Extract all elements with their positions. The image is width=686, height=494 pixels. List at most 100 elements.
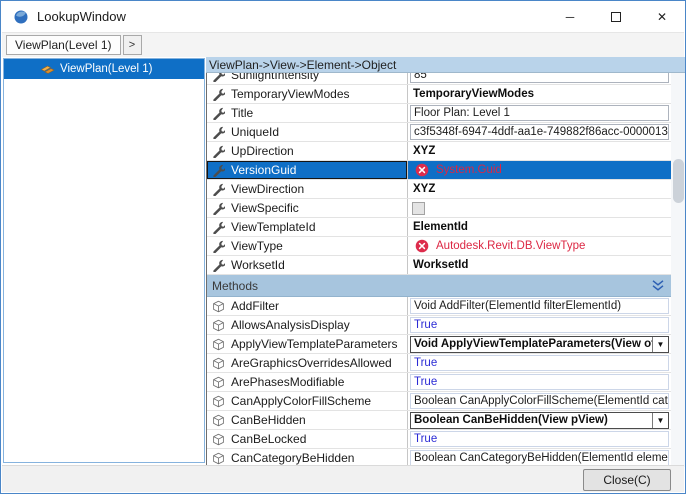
maximize-icon (611, 12, 621, 22)
tree-item-viewplan[interactable]: ViewPlan(Level 1) (4, 59, 204, 79)
footer-bar: Close(C) (2, 465, 684, 492)
value-combobox[interactable]: Boolean CanBeHidden(View pView)▼ (410, 412, 669, 429)
property-name: ArePhasesModifiable (231, 375, 344, 389)
property-name: CanApplyColorFillScheme (231, 394, 371, 408)
property-row-UpDirection[interactable]: UpDirection XYZ (207, 142, 671, 161)
section-header-methods[interactable]: Methods (207, 275, 671, 297)
property-name: CanBeLocked (231, 432, 306, 446)
property-grid: ViewPlan->View->Element->Object Sunlight… (206, 57, 686, 467)
property-row-UniqueId[interactable]: UniqueId c3f5348f-6947-4ddf-aa1e-749882f8… (207, 123, 671, 142)
value-label: Boolean CanApplyColorFillScheme(ElementI… (410, 393, 669, 409)
property-row-AddFilter[interactable]: AddFilter Void AddFilter(ElementId filter… (207, 297, 671, 316)
dropdown-arrow-icon[interactable]: ▼ (652, 413, 668, 428)
section-label: Methods (212, 279, 258, 293)
scrollbar-thumb[interactable] (673, 159, 684, 203)
cube-icon (212, 338, 225, 351)
wrench-icon (212, 164, 225, 177)
value-textbox[interactable]: Floor Plan: Level 1 (410, 105, 669, 121)
property-row-ViewTemplateId[interactable]: ViewTemplateIdElementId (207, 218, 671, 237)
property-row-AllowsAnalysisDisplay[interactable]: AllowsAnalysisDisplay True (207, 316, 671, 335)
property-row-ViewSpecific[interactable]: ViewSpecific (207, 199, 671, 218)
value-label[interactable]: XYZ (410, 183, 435, 195)
property-name: ViewType (231, 239, 283, 253)
property-name: UniqueId (231, 125, 279, 139)
property-name: ApplyViewTemplateParameters (231, 337, 398, 351)
plan-view-icon (40, 62, 55, 77)
breadcrumb: ViewPlan(Level 1) > (2, 32, 684, 57)
property-name: WorksetId (231, 258, 285, 272)
cube-icon (212, 357, 225, 370)
property-name: ViewSpecific (231, 201, 299, 215)
property-grid-rows: SunlightIntensity85TemporaryViewModesTem… (206, 73, 671, 467)
dropdown-arrow-icon[interactable]: ▼ (652, 337, 668, 352)
property-name: AreGraphicsOverridesAllowed (231, 356, 392, 370)
wrench-icon (212, 202, 225, 215)
property-row-TemporaryViewModes[interactable]: TemporaryViewModes TemporaryViewModes (207, 85, 671, 104)
vertical-scrollbar[interactable] (671, 73, 686, 467)
property-name: CanCategoryBeHidden (231, 451, 354, 465)
value-error: Autodesk.Revit.DB.ViewType (410, 239, 585, 253)
cube-icon (212, 395, 225, 408)
lookup-window: LookupWindow ─ ✕ ViewPlan(Level 1) > Vie… (0, 0, 686, 494)
property-row-SunlightIntensity[interactable]: SunlightIntensity85 (207, 73, 671, 85)
property-name: AddFilter (231, 299, 279, 313)
wrench-icon (212, 107, 225, 120)
property-name: TemporaryViewModes (231, 87, 350, 101)
wrench-icon (212, 145, 225, 158)
window-controls: ─ ✕ (547, 1, 685, 32)
cube-icon (212, 433, 225, 446)
wrench-icon (212, 73, 225, 82)
cube-icon (212, 376, 225, 389)
value-label[interactable]: XYZ (410, 145, 435, 157)
minimize-button[interactable]: ─ (547, 1, 593, 32)
property-name: UpDirection (231, 144, 294, 158)
cube-icon (212, 319, 225, 332)
property-row-AreGraphicsOverridesAllowed[interactable]: AreGraphicsOverridesAllowed True (207, 354, 671, 373)
value-textbox[interactable]: c3f5348f-6947-4ddf-aa1e-749882f86acc-000… (410, 124, 669, 140)
wrench-icon (212, 221, 225, 234)
property-row-ApplyViewTemplateParameters[interactable]: ApplyViewTemplateParameters Void ApplyVie… (207, 335, 671, 354)
value-checkbox[interactable] (412, 202, 425, 215)
value-label: True (410, 355, 669, 371)
wrench-icon (212, 259, 225, 272)
collapse-chevron-icon[interactable] (652, 280, 664, 291)
wrench-icon (212, 240, 225, 253)
error-icon (415, 163, 429, 177)
value-combobox[interactable]: Void ApplyViewTemplateParameters(View ot… (410, 336, 669, 353)
value-label[interactable]: WorksetId (410, 259, 468, 271)
property-name: AllowsAnalysisDisplay (231, 318, 350, 332)
property-row-CanBeHidden[interactable]: CanBeHidden Boolean CanBeHidden(View pVie… (207, 411, 671, 430)
breadcrumb-item-viewplan[interactable]: ViewPlan(Level 1) (6, 35, 121, 55)
wrench-icon (212, 183, 225, 196)
value-error: System.Guid (410, 163, 502, 177)
value-textbox[interactable]: 85 (410, 73, 669, 83)
grid-path-header: ViewPlan->View->Element->Object (206, 57, 686, 73)
close-window-button[interactable]: ✕ (639, 1, 685, 32)
property-row-ArePhasesModifiable[interactable]: ArePhasesModifiable True (207, 373, 671, 392)
cube-icon (212, 300, 225, 313)
property-row-CanApplyColorFillScheme[interactable]: CanApplyColorFillScheme Boolean CanApplyC… (207, 392, 671, 411)
window-title: LookupWindow (37, 9, 126, 24)
property-row-WorksetId[interactable]: WorksetId WorksetId (207, 256, 671, 275)
property-name: CanBeHidden (231, 413, 306, 427)
snoop-tree-panel: ViewPlan(Level 1) (3, 58, 205, 463)
value-label: True (410, 374, 669, 390)
value-label: Void AddFilter(ElementId filterElementId… (410, 298, 669, 314)
property-row-ViewDirection[interactable]: ViewDirectionXYZ (207, 180, 671, 199)
breadcrumb-expander-button[interactable]: > (123, 35, 142, 55)
value-label[interactable]: ElementId (410, 221, 468, 233)
value-label[interactable]: TemporaryViewModes (410, 88, 534, 100)
app-icon (13, 9, 29, 25)
property-row-Title[interactable]: TitleFloor Plan: Level 1 (207, 104, 671, 123)
property-row-VersionGuid[interactable]: VersionGuidSystem.Guid (207, 161, 671, 180)
property-row-CanBeLocked[interactable]: CanBeLocked True (207, 430, 671, 449)
cube-icon (212, 414, 225, 427)
property-row-ViewType[interactable]: ViewType Autodesk.Revit.DB.ViewType (207, 237, 671, 256)
close-dialog-button[interactable]: Close(C) (583, 469, 671, 491)
title-bar: LookupWindow ─ ✕ (1, 1, 685, 32)
error-icon (415, 239, 429, 253)
value-label: True (410, 431, 669, 447)
maximize-button[interactable] (593, 1, 639, 32)
wrench-icon (212, 88, 225, 101)
value-label: True (410, 317, 669, 333)
